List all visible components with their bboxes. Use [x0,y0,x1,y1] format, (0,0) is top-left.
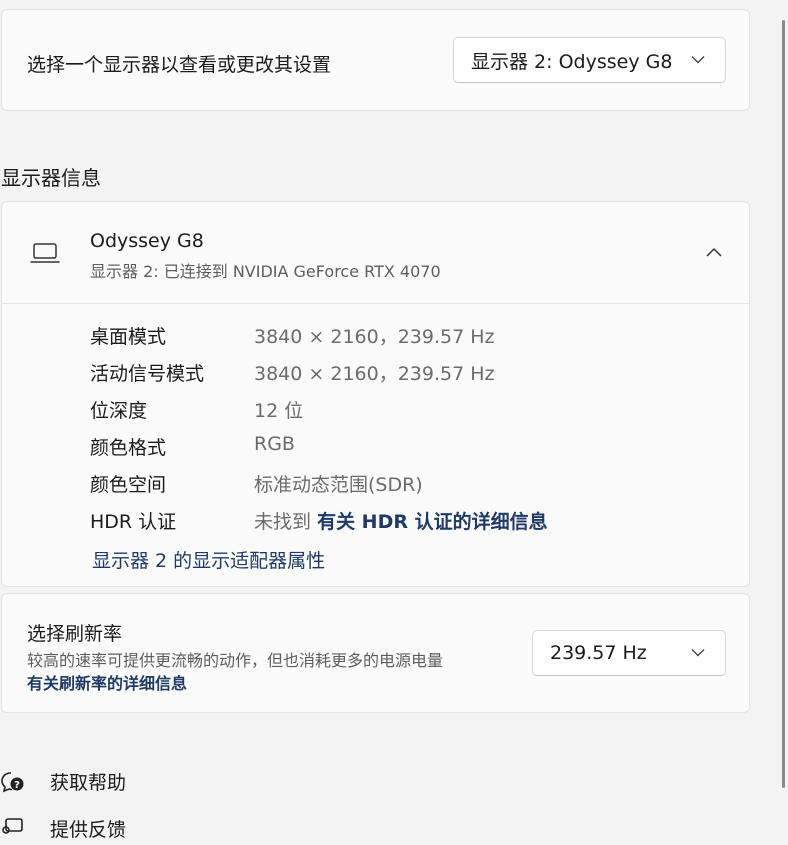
feedback-link[interactable]: 提供反馈 [0,815,300,845]
info-value: 未找到 有关 HDR 认证的详细信息 [254,507,548,534]
info-key: 颜色格式 [90,437,167,459]
display-info-card: Odyssey G8 显示器 2: 已连接到 NVIDIA GeForce RT… [1,201,750,587]
refresh-rate-title: 选择刷新率 [27,623,123,645]
info-row-color-space: 颜色空间 标准动态范围(SDR) [90,470,730,500]
get-help-link[interactable]: ? 获取帮助 [0,768,300,798]
info-key: 位深度 [90,400,148,422]
refresh-rate-value: 239.57 Hz [550,642,647,664]
info-key: HDR 认证 [90,511,177,533]
refresh-rate-details-link[interactable]: 有关刷新率的详细信息 [27,670,187,694]
chevron-up-icon[interactable] [706,247,722,257]
chevron-down-icon [691,649,705,657]
chevron-down-icon [691,56,705,64]
laptop-icon [30,243,60,263]
get-help-label: 获取帮助 [50,772,127,794]
refresh-rate-card: 选择刷新率 较高的速率可提供更流畅的动作，但也消耗更多的电源电量 有关刷新率的详… [1,593,750,713]
display-selector-label: 选择一个显示器以查看或更改其设置 [27,54,332,76]
hdr-not-found-text: 未找到 [254,511,312,533]
display-selector-value: 显示器 2: Odyssey G8 [471,50,673,73]
svg-text:?: ? [14,780,20,791]
refresh-rate-dropdown[interactable]: 239.57 Hz [532,630,726,676]
display-info-expander[interactable]: Odyssey G8 显示器 2: 已连接到 NVIDIA GeForce RT… [2,202,749,304]
hdr-details-link[interactable]: 有关 HDR 认证的详细信息 [317,511,548,533]
info-value: 12 位 [254,400,304,422]
info-key: 活动信号模式 [90,363,205,385]
info-value: 3840 × 2160，239.57 Hz [254,326,495,348]
display-selector-dropdown[interactable]: 显示器 2: Odyssey G8 [453,37,726,83]
feedback-label: 提供反馈 [50,819,127,841]
info-row-desktop-mode: 桌面模式 3840 × 2160，239.57 Hz [90,322,730,352]
refresh-rate-description: 较高的速率可提供更流畅的动作，但也消耗更多的电源电量 [27,651,444,670]
info-value: 标准动态范围(SDR) [254,474,423,496]
info-value: RGB [254,433,295,455]
feedback-icon [2,818,23,834]
display-selector-card: 选择一个显示器以查看或更改其设置 显示器 2: Odyssey G8 [1,9,750,111]
info-row-bit-depth: 位深度 12 位 [90,396,730,426]
scrollbar[interactable] [782,20,785,788]
info-row-signal-mode: 活动信号模式 3840 × 2160，239.57 Hz [90,359,730,389]
info-value: 3840 × 2160，239.57 Hz [254,363,495,385]
section-title: 显示器信息 [1,166,101,190]
help-icon: ? [1,772,24,793]
info-row-hdr: HDR 认证 未找到 有关 HDR 认证的详细信息 [90,507,730,537]
info-key: 颜色空间 [90,474,167,496]
info-key: 桌面模式 [90,326,167,348]
adapter-properties-link[interactable]: 显示器 2 的显示适配器属性 [92,546,325,573]
monitor-name: Odyssey G8 [90,230,204,252]
monitor-connection: 显示器 2: 已连接到 NVIDIA GeForce RTX 4070 [90,262,441,281]
info-row-color-format: 颜色格式 RGB [90,433,730,463]
